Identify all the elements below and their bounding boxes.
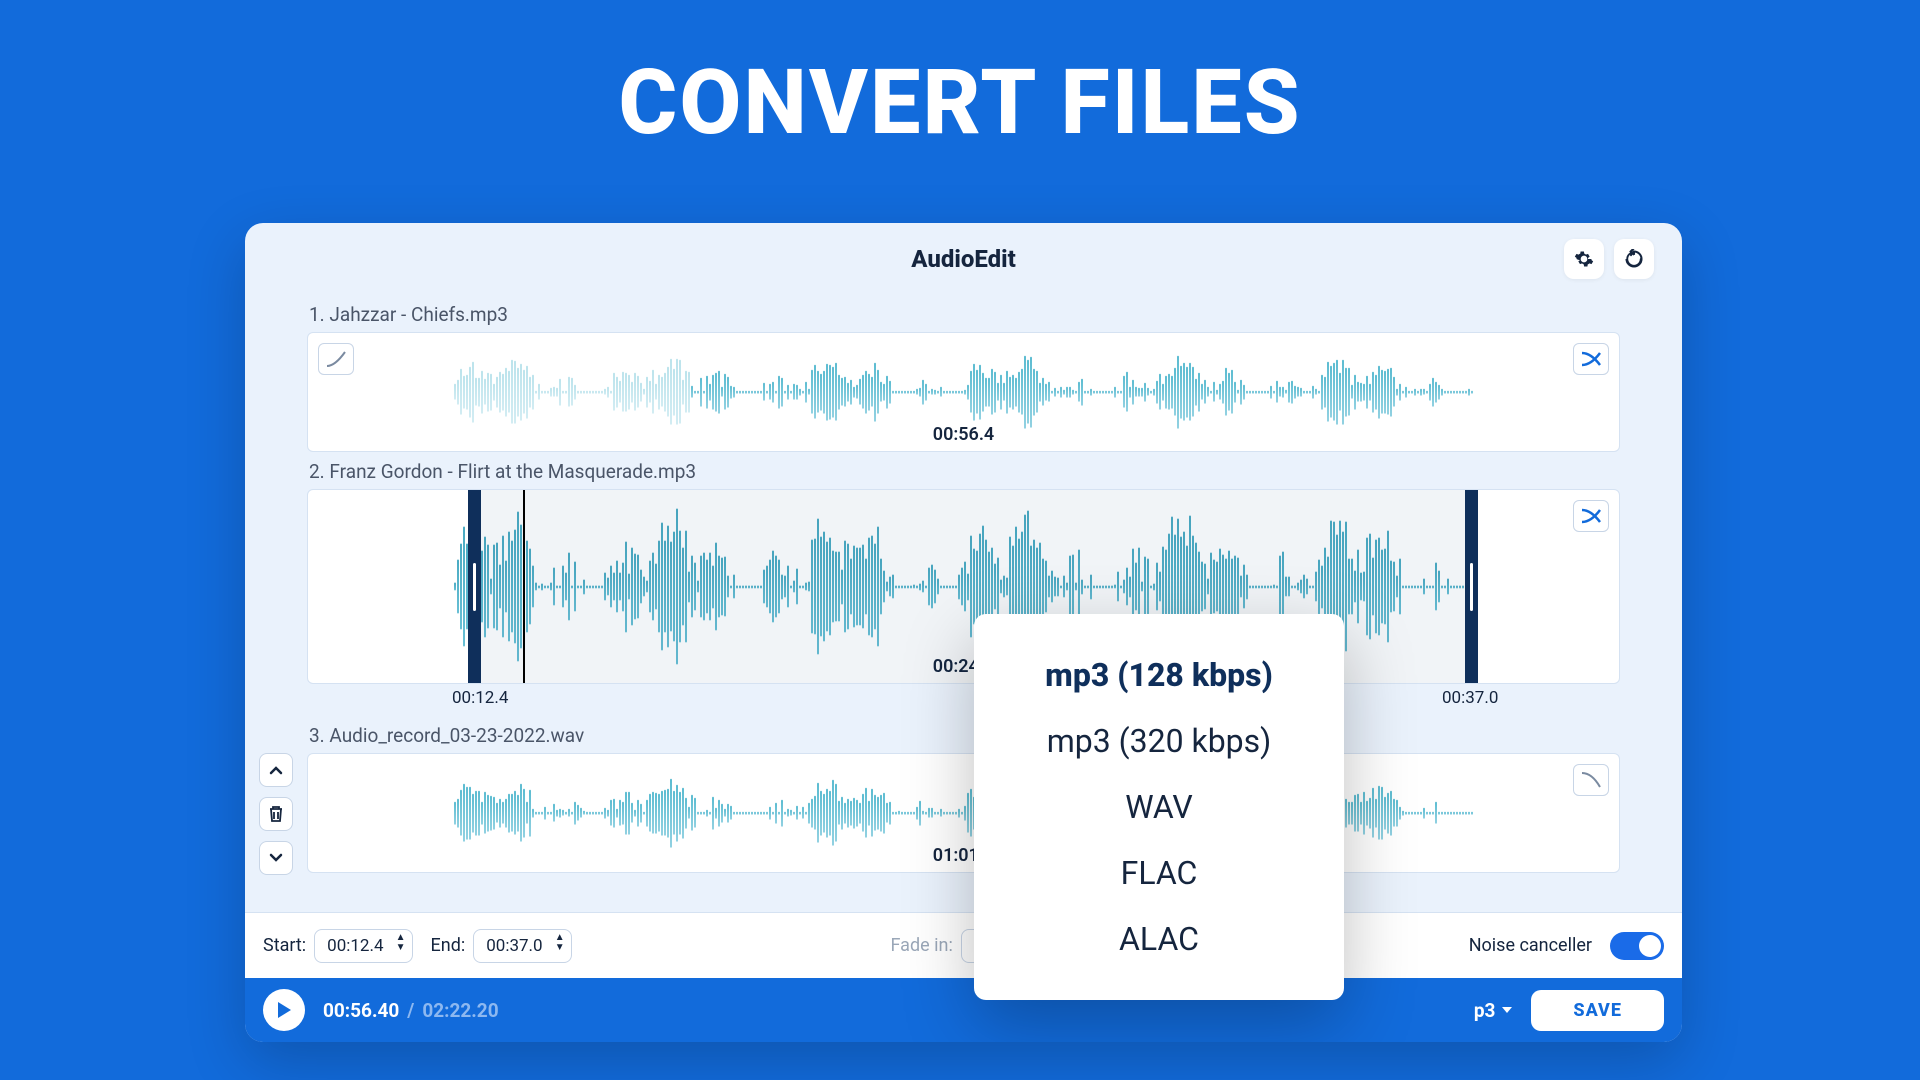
chevron-up-icon [269,765,283,775]
time-current: 00:56.40 [323,999,399,1022]
move-down-button[interactable] [259,841,293,875]
fade-in-label: Fade in: [891,935,953,956]
track-1[interactable]: 00:56.4 [307,332,1620,452]
format-option[interactable]: FLAC [994,840,1324,906]
crossfade-icon [1580,508,1602,524]
app-title: AudioEdit [911,245,1016,273]
start-stepper[interactable]: 00:12.4▲▼ [314,929,412,963]
delete-button[interactable] [259,797,293,831]
track-2[interactable]: 00:13.2 00:24.6 [307,489,1620,684]
app-header: AudioEdit [245,223,1682,295]
trash-icon [268,805,284,823]
start-label: Start: [263,935,306,956]
format-option[interactable]: ALAC [994,906,1324,972]
controls-bar: Start: 00:12.4▲▼ End: 00:37.0▲▼ Fade in:… [245,912,1682,978]
undo-button[interactable] [1614,239,1654,279]
noise-canceller-toggle[interactable] [1610,932,1664,960]
time-total: 02:22.20 [422,999,498,1022]
fade-in-button[interactable] [318,343,354,375]
selection-handle-left[interactable] [473,563,476,611]
gear-icon [1574,249,1594,269]
playhead-tooltip: 00:13.2 [490,489,557,490]
format-dropdown: mp3 (128 kbps) mp3 (320 kbps) WAV FLAC A… [974,614,1344,1000]
play-button[interactable] [263,989,305,1031]
track-duration: 00:56.4 [933,424,994,445]
track-3[interactable]: 01:01.2 [307,753,1620,873]
waveform[interactable] [308,772,1619,855]
noise-canceller-label: Noise canceller [1469,935,1592,956]
crossfade-button[interactable] [1573,500,1609,532]
settings-button[interactable] [1564,239,1604,279]
hero-title: CONVERT FILES [0,0,1920,155]
timeline-end: 00:37.0 [1442,688,1498,708]
timeline: 00:12.4 00:37.0 [307,688,1620,714]
track-label: 3. Audio_record_03-23-2022.wav [309,724,1620,747]
format-dropdown-trigger[interactable]: p3 [1474,999,1514,1022]
format-option[interactable]: mp3 (128 kbps) [994,642,1324,708]
play-icon [276,1001,292,1019]
playhead[interactable]: 00:13.2 [523,490,525,683]
fade-out-icon [1580,771,1602,789]
format-option[interactable]: mp3 (320 kbps) [994,708,1324,774]
playbar: 00:56.40 / 02:22.20 p3 SAVE [245,978,1682,1042]
waveform[interactable] [308,351,1619,434]
crossfade-icon [1580,351,1602,367]
format-option[interactable]: WAV [994,774,1324,840]
tracks-panel: 1. Jahzzar - Chiefs.mp3 00:56.4 2. Franz… [245,303,1682,873]
fade-in-icon [325,350,347,368]
move-up-button[interactable] [259,753,293,787]
end-label: End: [431,935,466,956]
app-window: AudioEdit 1. Jahzzar - Chiefs.mp3 00:56.… [245,223,1682,1042]
track-side-controls [259,753,293,875]
selection-handle-right[interactable] [1470,563,1473,611]
save-button[interactable]: SAVE [1531,990,1664,1031]
chevron-down-icon [269,853,283,863]
end-stepper[interactable]: 00:37.0▲▼ [473,929,571,963]
timeline-start: 00:12.4 [452,688,508,708]
fade-out-button[interactable] [1573,764,1609,796]
crossfade-button[interactable] [1573,343,1609,375]
caret-down-icon [1501,1006,1513,1014]
track-label: 1. Jahzzar - Chiefs.mp3 [309,303,1620,326]
track-label: 2. Franz Gordon - Flirt at the Masquerad… [309,460,1620,483]
